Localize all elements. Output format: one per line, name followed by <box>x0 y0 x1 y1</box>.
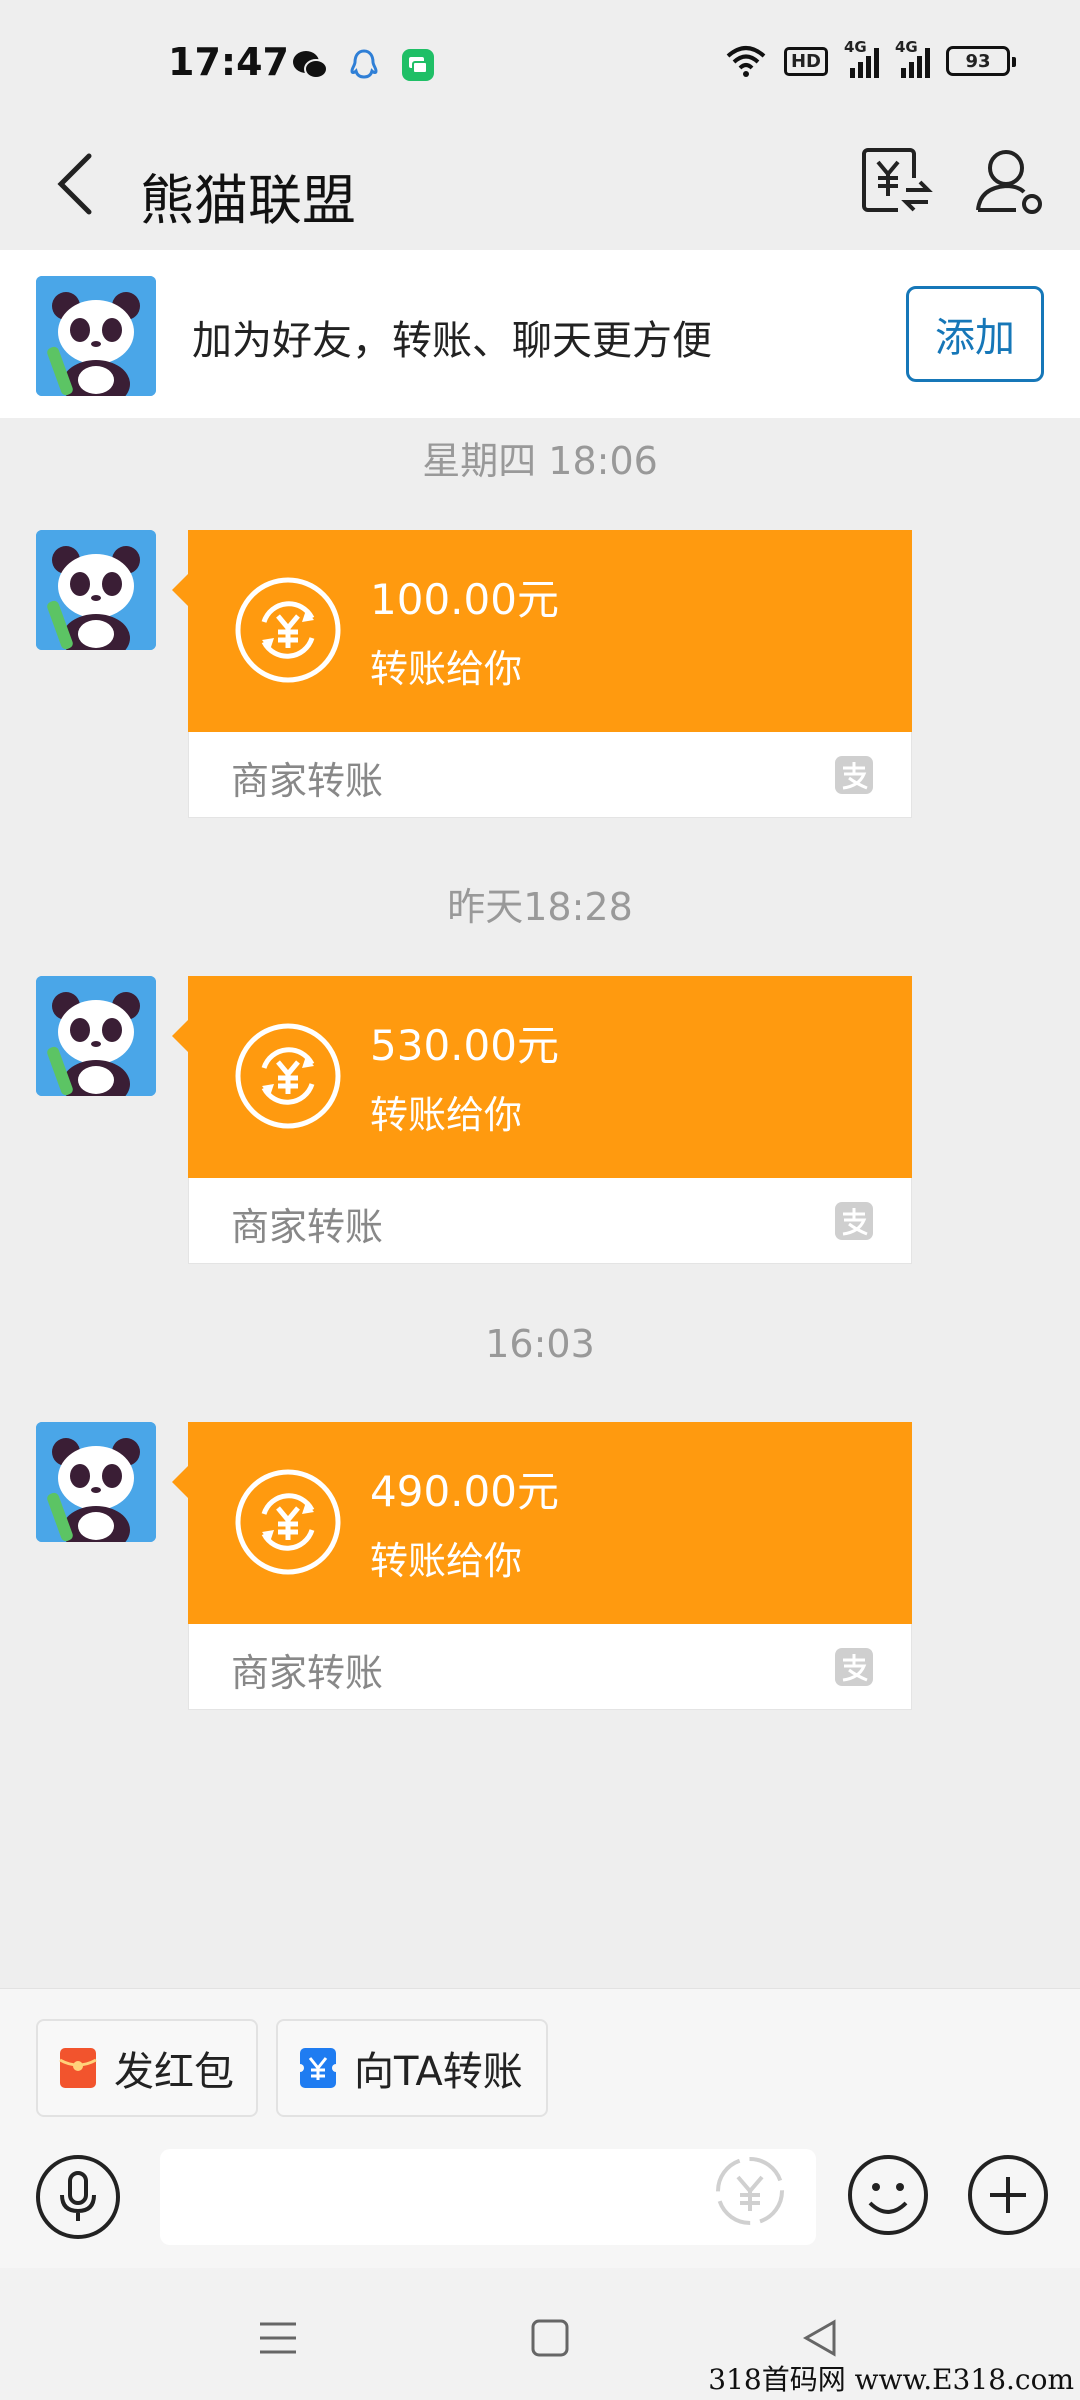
transfer-amount: 100.00元 <box>370 575 559 624</box>
hd-badge: HD <box>783 46 828 76</box>
transfer-records-button[interactable] <box>858 144 934 220</box>
menu-icon <box>260 2322 296 2354</box>
transfer-label: 向TA转账 <box>354 2049 523 2095</box>
transfer-source: 商家转账 <box>231 1205 384 1249</box>
voice-button[interactable] <box>36 2155 120 2239</box>
back-triangle-icon <box>802 2319 836 2357</box>
person-settings-icon <box>976 150 1042 214</box>
watermark: 318首码网 www.E318.com <box>708 2363 1074 2396</box>
yuan-exchange-icon <box>235 1469 341 1575</box>
panda-avatar-icon <box>36 530 156 650</box>
signal-icon-1: 4G <box>844 38 879 78</box>
avatar[interactable] <box>36 976 156 1096</box>
transfer-card[interactable]: 100.00元 转账给你 商家转账 <box>172 530 912 818</box>
alipay-icon <box>835 1202 873 1240</box>
wifi-icon <box>726 46 766 77</box>
red-packet-button[interactable]: 发红包 <box>36 2019 258 2117</box>
transfer-source: 商家转账 <box>231 1651 384 1695</box>
more-plus-icon[interactable] <box>966 2153 1050 2237</box>
transfer-card-body: 490.00元 转账给你 <box>172 1422 912 1624</box>
transfer-card[interactable]: 490.00元 转账给你 商家转账 <box>172 1422 912 1710</box>
battery-icon: 93 <box>946 46 1016 76</box>
alipay-icon <box>835 756 873 794</box>
wechat-icon <box>292 48 328 82</box>
yuan-exchange-icon <box>235 577 341 683</box>
profile-button[interactable] <box>972 144 1048 220</box>
qq-icon <box>346 48 382 82</box>
menu-button[interactable] <box>248 2308 308 2368</box>
input-area: 发红包 向TA转账 <box>0 1988 1080 2268</box>
nav-bar: 熊猫联盟 <box>0 120 1080 250</box>
transfer-desc: 转账给你 <box>370 647 523 691</box>
message-app-icon <box>400 48 436 82</box>
alipay-icon <box>835 1648 873 1686</box>
back-button[interactable] <box>40 144 110 224</box>
avatar[interactable] <box>36 276 156 396</box>
yuan-transfer-icon <box>862 148 933 212</box>
microphone-icon <box>60 2171 96 2221</box>
transfer-card-footer: 商家转账 <box>188 1624 912 1710</box>
home-button[interactable] <box>520 2308 580 2368</box>
banner-text: 加为好友，转账、聊天更方便 <box>192 318 712 364</box>
transfer-desc: 转账给你 <box>370 1093 523 1137</box>
message-timestamp: 昨天18:28 <box>447 885 633 929</box>
transfer-card-body: 530.00元 转账给你 <box>172 976 912 1178</box>
transfer-card-body: 100.00元 转账给你 <box>172 530 912 732</box>
add-friend-button[interactable]: 添加 <box>906 286 1044 382</box>
chat-title: 熊猫联盟 <box>140 169 356 232</box>
red-packet-label: 发红包 <box>114 2049 234 2095</box>
transfer-card-footer: 商家转账 <box>188 732 912 818</box>
status-time: 17:47 <box>168 40 289 84</box>
transfer-desc: 转账给你 <box>370 1539 523 1583</box>
yuan-exchange-icon <box>235 1023 341 1129</box>
message-timestamp: 16:03 <box>485 1322 595 1366</box>
panda-avatar-icon <box>36 1422 156 1542</box>
transfer-amount: 490.00元 <box>370 1467 559 1516</box>
transfer-card[interactable]: 530.00元 转账给你 商家转账 <box>172 976 912 1264</box>
transfer-to-ta-button[interactable]: 向TA转账 <box>276 2019 548 2117</box>
transfer-amount: 530.00元 <box>370 1021 559 1070</box>
transfer-source: 商家转账 <box>231 759 384 803</box>
yuan-transfer-input-icon[interactable] <box>712 2153 788 2229</box>
notification-icons <box>292 48 436 82</box>
status-right: HD 4G 4G 93 <box>724 38 1016 78</box>
back-arrow-icon <box>57 153 92 215</box>
system-nav-bar: 318首码网 www.E318.com <box>0 2268 1080 2400</box>
status-bar: 17:47 HD 4G 4G 93 <box>0 0 1080 120</box>
panda-avatar-icon <box>36 976 156 1096</box>
emoji-icon[interactable] <box>846 2153 930 2237</box>
transfer-card-footer: 商家转账 <box>188 1178 912 1264</box>
avatar[interactable] <box>36 530 156 650</box>
home-square-icon <box>531 2319 569 2357</box>
avatar[interactable] <box>36 1422 156 1542</box>
message-timestamp: 星期四 18:06 <box>422 439 658 483</box>
transfer-ticket-icon <box>298 2048 338 2088</box>
panda-avatar-icon <box>36 276 156 396</box>
add-friend-banner: 加为好友，转账、聊天更方便 添加 <box>0 250 1080 418</box>
signal-icon-2: 4G <box>895 38 930 78</box>
red-packet-icon <box>59 2048 97 2088</box>
